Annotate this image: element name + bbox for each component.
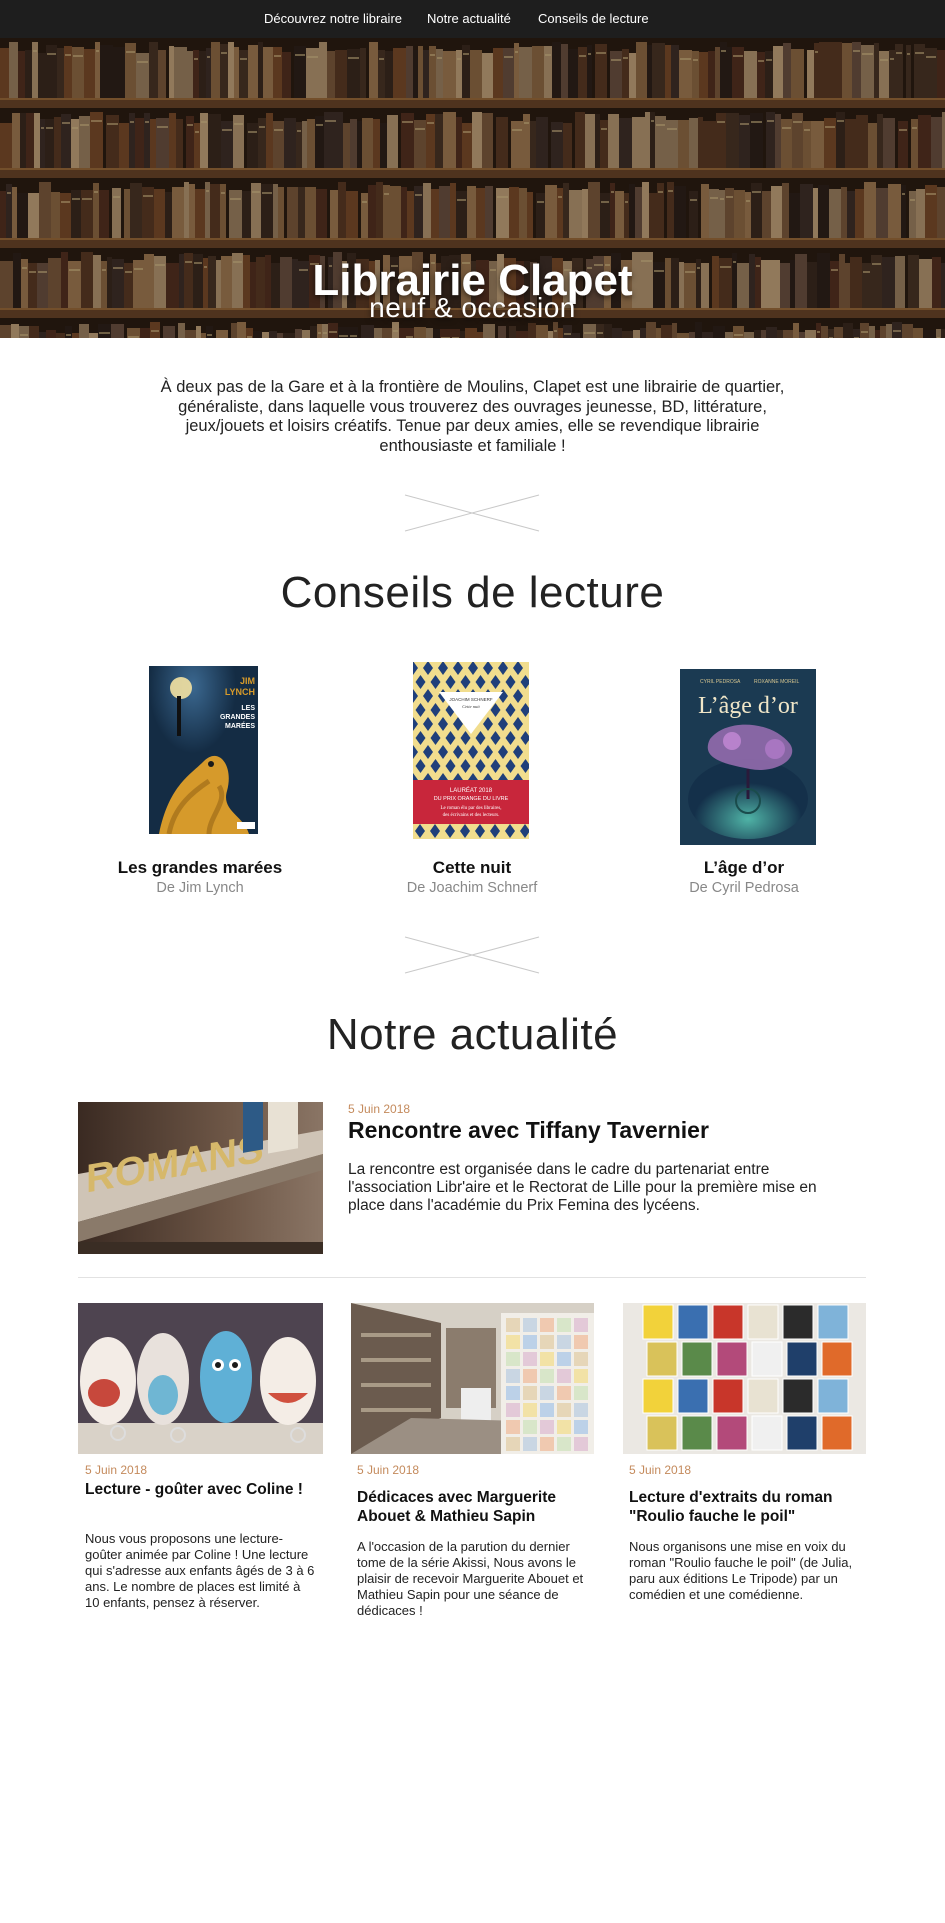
news-date: 5 Juin 2018 xyxy=(629,1463,692,1477)
nav-link-actualite[interactable]: Notre actualité xyxy=(427,11,511,26)
news-date: 5 Juin 2018 xyxy=(348,1102,411,1116)
news-card-text: Nous organisons une mise en voix du roma… xyxy=(629,1539,853,1602)
book-author: De Joachim Schnerf xyxy=(406,880,538,896)
section-title-conseils: Conseils de lecture xyxy=(280,568,665,617)
news-card-title[interactable]: Lecture d'extraits du roman "Roulio fauc… xyxy=(629,1488,869,1526)
book-cover-cette-nuit[interactable]: JOACHIM SCHNERF Cette nuit LAURÉAT 2018 … xyxy=(413,662,529,839)
svg-text:JIM: JIM xyxy=(240,676,255,686)
svg-text:L’âge d’or: L’âge d’or xyxy=(698,693,798,719)
svg-text:Le roman élu par des libraires: Le roman élu par des libraires, xyxy=(440,806,501,811)
featured-news-photo[interactable]: ROMANS xyxy=(78,1102,323,1254)
news-date: 5 Juin 2018 xyxy=(85,1463,148,1477)
site-subtitle: neuf & occasion xyxy=(369,292,576,323)
decorative-divider xyxy=(404,936,540,974)
svg-text:GRANDES: GRANDES xyxy=(220,714,255,721)
svg-text:des écrivains et des lecteurs.: des écrivains et des lecteurs. xyxy=(443,813,500,818)
svg-text:CYRIL PEDROSA: CYRIL PEDROSA xyxy=(700,679,741,685)
book-title[interactable]: Cette nuit xyxy=(337,858,607,878)
news-photo-goûter[interactable] xyxy=(78,1303,323,1454)
book-title[interactable]: Les grandes marées xyxy=(65,858,335,878)
news-date: 5 Juin 2018 xyxy=(357,1463,420,1477)
featured-news-text: La rencontre est organisée dans le cadre… xyxy=(348,1161,817,1214)
hero-banner: Librairie Clapet neuf & occasion xyxy=(0,38,945,338)
book-cover-grandes-marees[interactable]: JIM LYNCH LES GRANDES MARÉES xyxy=(149,666,258,834)
svg-text:DU PRIX ORANGE DU LIVRE: DU PRIX ORANGE DU LIVRE xyxy=(434,796,509,802)
top-nav: Découvrez notre libraire Notre actualité… xyxy=(0,0,945,38)
intro-text: À deux pas de la Gare et à la frontière … xyxy=(160,378,785,455)
book-author: De Cyril Pedrosa xyxy=(689,880,799,896)
nav-link-libraire[interactable]: Découvrez notre libraire xyxy=(264,11,402,26)
svg-text:MARÉES: MARÉES xyxy=(225,721,255,730)
book-title[interactable]: L’âge d’or xyxy=(609,858,879,878)
decorative-divider xyxy=(404,494,540,532)
news-card-title[interactable]: Lecture - goûter avec Coline ! xyxy=(85,1480,325,1499)
news-photo-roulio[interactable] xyxy=(623,1303,866,1454)
svg-text:ROXANNE MOREIL: ROXANNE MOREIL xyxy=(754,679,800,685)
news-card-title[interactable]: Dédicaces avec Marguerite Abouet & Mathi… xyxy=(357,1488,597,1526)
news-separator xyxy=(78,1277,866,1278)
svg-text:Cette nuit: Cette nuit xyxy=(462,704,480,709)
featured-news-title[interactable]: Rencontre avec Tiffany Tavernier xyxy=(348,1117,709,1144)
svg-text:LES: LES xyxy=(241,705,255,712)
news-card-text: Nous vous proposons une lecture-goûter a… xyxy=(85,1531,315,1610)
section-title-actualite: Notre actualité xyxy=(326,1010,619,1059)
svg-text:JOACHIM SCHNERF: JOACHIM SCHNERF xyxy=(449,697,493,702)
svg-text:LYNCH: LYNCH xyxy=(225,687,255,697)
news-card-text: A l'occasion de la parution du dernier t… xyxy=(357,1539,584,1618)
svg-text:LAURÉAT 2018: LAURÉAT 2018 xyxy=(450,787,493,794)
news-photo-dedicaces[interactable] xyxy=(351,1303,594,1454)
nav-link-conseils[interactable]: Conseils de lecture xyxy=(538,11,649,26)
book-cover-age-dor[interactable]: CYRIL PEDROSA ROXANNE MOREIL L’âge d’or xyxy=(680,669,816,845)
book-author: De Jim Lynch xyxy=(156,880,244,896)
